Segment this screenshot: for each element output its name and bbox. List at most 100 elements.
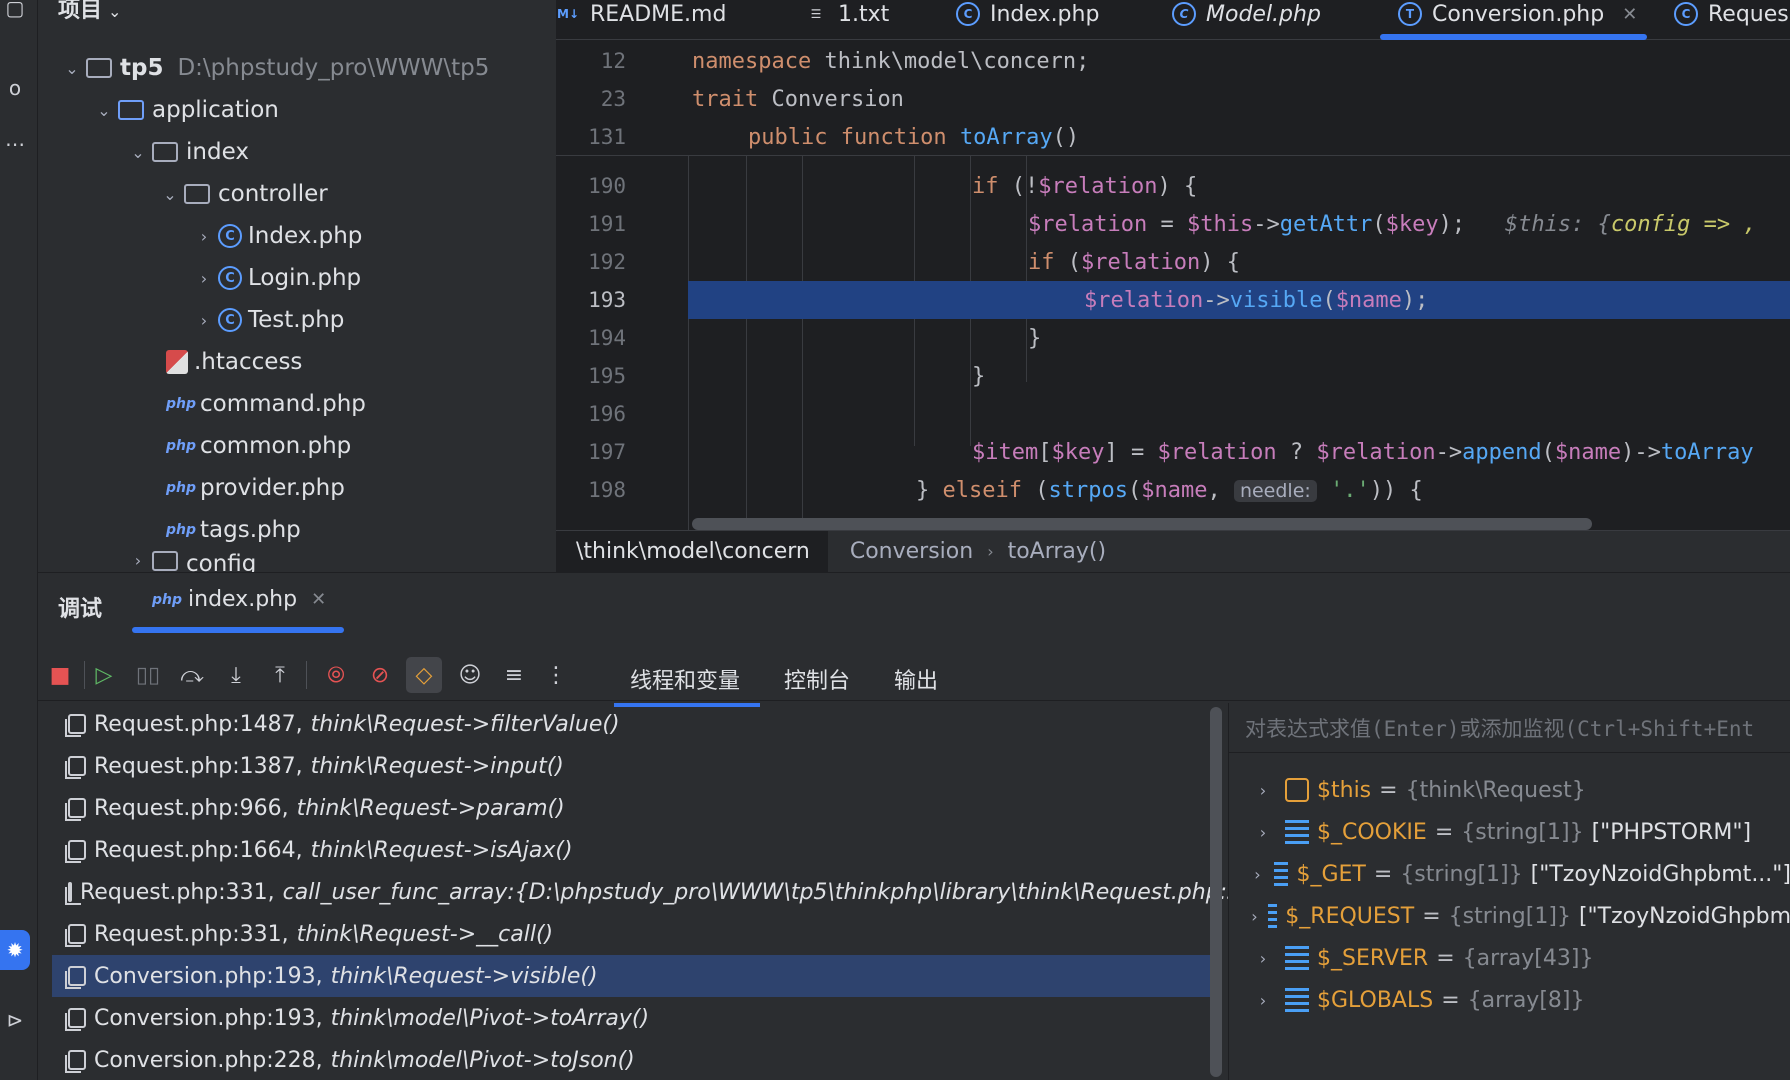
current-execution-line: 193 $relation->visible($name);: [588, 281, 1790, 319]
commit-tool-icon[interactable]: o: [0, 68, 30, 108]
chevron-down-icon[interactable]: ⌄: [124, 143, 152, 162]
tab-console[interactable]: 控制台: [784, 663, 850, 695]
break-at-first-line-icon[interactable]: ◇: [406, 657, 442, 693]
chevron-right-icon[interactable]: ›: [190, 311, 218, 330]
stack-frame[interactable]: Request.php:966, think\Request->param(): [52, 787, 1216, 829]
object-icon: [1285, 778, 1309, 802]
tree-node-htaccess[interactable]: .htaccess: [166, 341, 302, 383]
chevron-down-icon[interactable]: ⌄: [156, 185, 184, 204]
tab-threads-variables[interactable]: 线程和变量: [613, 663, 761, 707]
view-breakpoints-icon[interactable]: ⦾: [318, 657, 354, 693]
breadcrumb-class[interactable]: Conversion: [850, 539, 973, 564]
array-icon: [1273, 862, 1289, 886]
chevron-down-icon: ⌄: [108, 2, 122, 21]
php-file-icon: php: [166, 396, 197, 412]
tab-1-txt[interactable]: ☰ 1.txt: [804, 0, 890, 34]
tree-node-command-php[interactable]: php command.php: [166, 383, 366, 425]
frame-icon: [65, 756, 86, 779]
chevron-right-icon[interactable]: ›: [1249, 823, 1277, 842]
code-editor[interactable]: 12 namespace think\model\concern; 23 tra…: [556, 40, 1790, 530]
debug-panel: 调试 php index.php ✕ ■ ▷ ▯▯ ⤼ ⤓ ⤒ ⦾ ⊘ ◇ ☺ …: [38, 572, 1790, 1080]
tree-node-application[interactable]: ⌄ application: [90, 89, 279, 131]
tree-node-login-php[interactable]: › C Login.php: [190, 257, 361, 299]
variable-row[interactable]: › $_REQUEST = {string[1]} ["TzoyNzoidGhpbm: [1229, 895, 1790, 937]
step-into-icon[interactable]: ⤓: [218, 657, 254, 693]
php-file-icon: php: [152, 591, 183, 608]
chevron-right-icon[interactable]: ›: [1249, 949, 1277, 968]
breadcrumb-namespace[interactable]: \think\model\concern: [556, 530, 828, 573]
tree-node-tp5[interactable]: ⌄ tp5 D:\phpstudy_pro\WWW\tp5: [58, 47, 489, 89]
code-line: 131 public function toArray(): [588, 124, 1080, 150]
tree-node-common-php[interactable]: php common.php: [166, 425, 351, 467]
project-panel-title[interactable]: 项目 ⌄: [58, 0, 121, 24]
chevron-right-icon[interactable]: ›: [190, 227, 218, 246]
tab-readme-md[interactable]: M↓ README.md: [556, 0, 726, 34]
stack-frame[interactable]: Request.php:1387, think\Request->input(): [52, 745, 1216, 787]
tab-conversion-php[interactable]: T Conversion.php ✕: [1379, 0, 1648, 40]
close-icon[interactable]: ✕: [1622, 4, 1637, 25]
tree-node-tags-php[interactable]: php tags.php: [166, 509, 301, 551]
step-out-icon[interactable]: ⤒: [262, 657, 298, 693]
tree-node-controller[interactable]: ⌄ controller: [156, 173, 327, 215]
sticky-header: 12 namespace think\model\concern; 23 tra…: [556, 40, 1790, 156]
more-tools-icon[interactable]: ⋯: [0, 124, 30, 164]
variable-row[interactable]: › $_COOKIE = {string[1]} ["PHPSTORM"]: [1229, 811, 1790, 853]
class-icon: C: [218, 308, 242, 332]
class-icon: C: [1172, 2, 1196, 26]
breadcrumb-method[interactable]: toArray(): [1008, 539, 1107, 564]
variable-row[interactable]: › $GLOBALS = {array[8]}: [1229, 979, 1790, 1021]
pause-icon[interactable]: ▯▯: [130, 657, 166, 693]
stack-frame[interactable]: Conversion.php:228, think\model\Pivot->to…: [52, 1039, 1216, 1080]
stack-frame[interactable]: Conversion.php:193, think\model\Pivot->to…: [52, 997, 1216, 1039]
chevron-down-icon[interactable]: ⌄: [90, 101, 118, 120]
variable-row[interactable]: › $_GET = {string[1]} ["TzoyNzoidGhpbmt..."…: [1229, 853, 1790, 895]
variable-row[interactable]: › $_SERVER = {array[43]}: [1229, 937, 1790, 979]
editor-horizontal-scrollbar[interactable]: [692, 518, 1592, 530]
project-panel: 项目 ⌄ ⌄ tp5 D:\phpstudy_pro\WWW\tp5 ⌄ appl…: [38, 0, 590, 573]
chevron-right-icon[interactable]: ›: [1249, 781, 1277, 800]
stack-frame-selected[interactable]: Conversion.php:193, think\Request->visibl…: [52, 955, 1216, 997]
tree-node-index-php[interactable]: › C Index.php: [190, 215, 363, 257]
tab-index-php[interactable]: C Index.php: [956, 0, 1099, 34]
stack-frame[interactable]: Request.php:331, call_user_func_array:{D:…: [52, 871, 1228, 913]
debug-tab-bar: 调试 php index.php ✕: [38, 573, 1790, 633]
chevron-right-icon[interactable]: ›: [1249, 907, 1260, 926]
variable-row[interactable]: › $this = {think\Request}: [1229, 769, 1790, 811]
chevron-right-icon[interactable]: ›: [190, 269, 218, 288]
tree-node-config[interactable]: › config: [124, 551, 256, 573]
frame-icon: [65, 966, 86, 989]
debug-session-tab[interactable]: php index.php ✕: [152, 587, 326, 612]
evaluate-icon[interactable]: ☺: [452, 657, 488, 693]
debug-toolbar: ■ ▷ ▯▯ ⤼ ⤓ ⤒ ⦾ ⊘ ◇ ☺ ≡ ⋮ 线程和变量 控制台 输出: [38, 649, 1790, 707]
call-stack-frames: Request.php:1487, think\Request->filterVa…: [38, 703, 1228, 1080]
stack-frame[interactable]: Request.php:1664, think\Request->isAjax(): [52, 829, 1216, 871]
tab-output[interactable]: 输出: [894, 663, 938, 695]
frames-scrollbar[interactable]: [1210, 707, 1222, 1077]
tab-model-php[interactable]: C Model.php: [1172, 0, 1321, 34]
services-tool-icon[interactable]: ⊳: [0, 1000, 30, 1040]
chevron-right-icon[interactable]: ›: [124, 551, 152, 570]
chevron-right-icon[interactable]: ›: [1249, 991, 1277, 1010]
stack-frame[interactable]: Request.php:1487, think\Request->filterVa…: [52, 703, 1216, 745]
close-icon[interactable]: ✕: [311, 589, 326, 610]
mute-breakpoints-icon[interactable]: ⊘: [362, 657, 398, 693]
frame-icon: [65, 798, 86, 821]
tree-node-test-php[interactable]: › C Test.php: [190, 299, 345, 341]
stack-frame[interactable]: Request.php:331, think\Request->__call(): [52, 913, 1216, 955]
chevron-down-icon[interactable]: ⌄: [58, 59, 86, 78]
step-over-icon[interactable]: ⤼: [174, 657, 210, 693]
tab-request-php[interactable]: C Reques: [1674, 0, 1789, 34]
code-line: 12 namespace think\model\concern;: [600, 48, 1090, 74]
array-icon: [1285, 820, 1309, 844]
tree-node-index[interactable]: ⌄ index: [124, 131, 249, 173]
project-tool-icon[interactable]: ▢: [0, 0, 30, 28]
markdown-icon: M↓: [557, 7, 579, 21]
tree-node-provider-php[interactable]: php provider.php: [166, 467, 345, 509]
more-options-icon[interactable]: ⋮: [538, 657, 574, 693]
debug-tool-icon[interactable]: ✹: [0, 930, 30, 970]
add-watch-icon[interactable]: ≡: [496, 657, 532, 693]
evaluate-expression-input[interactable]: 对表达式求值(Enter)或添加监视(Ctrl+Shift+Ent: [1229, 703, 1790, 753]
stop-icon[interactable]: ■: [42, 657, 78, 693]
chevron-right-icon[interactable]: ›: [1249, 865, 1266, 884]
resume-icon[interactable]: ▷: [86, 657, 122, 693]
